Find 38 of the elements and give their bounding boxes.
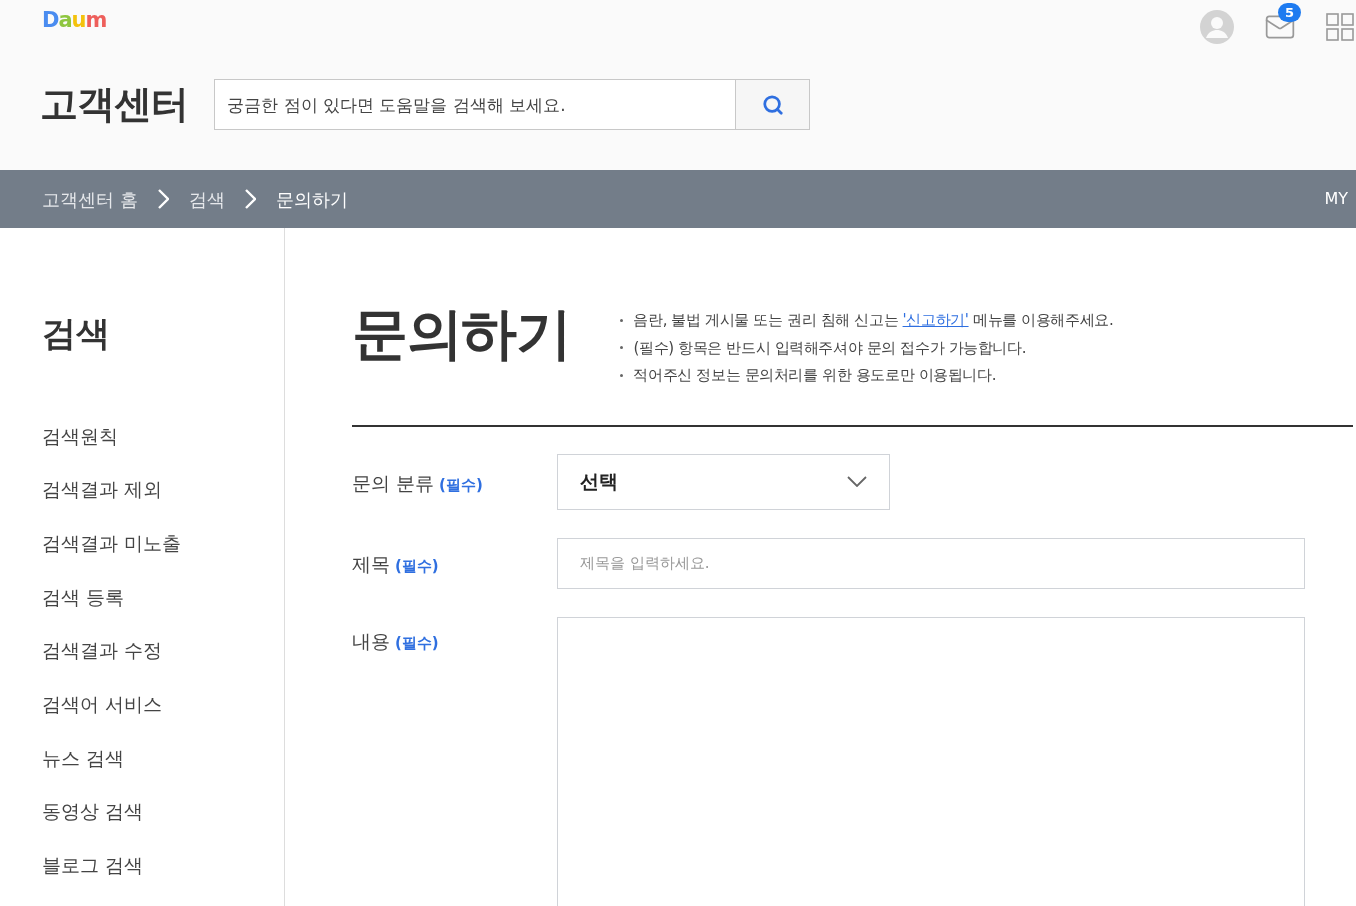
grid-icon[interactable] [1326, 13, 1354, 41]
sidebar-item[interactable]: 뉴스 검색 [42, 731, 284, 785]
sidebar-item[interactable]: 검색 등록 [42, 570, 284, 624]
title-input[interactable]: 제목을 입력하세요. [557, 537, 1305, 589]
bullet-icon [620, 346, 624, 350]
bullet-icon [620, 318, 624, 322]
sidebar-item[interactable]: 검색원칙 [42, 409, 284, 463]
search-field[interactable]: 궁금한 점이 있다면 도움말을 검색해 보세요. [214, 79, 737, 130]
sidebar-item[interactable]: 동영상 검색 [42, 784, 284, 839]
chevron-right-icon [157, 189, 169, 209]
sidebar-item[interactable]: 블로그 검색 [42, 838, 284, 893]
sidebar-item[interactable]: 검색결과 제외 [42, 462, 284, 517]
search-button[interactable] [736, 79, 811, 130]
page-title: 문의하기 [352, 306, 571, 362]
my-link[interactable]: MY [1324, 187, 1348, 211]
notice-text: 적어주신 정보는 문의처리를 위한 용도로만 이용됩니다. [633, 365, 997, 386]
breadcrumb-link[interactable]: 문의하기 [275, 185, 348, 213]
notice-text: (필수) 항목은 반드시 입력해주셔야 문의 접수가 가능합니다. [633, 337, 1027, 359]
required-mark: (필수) [395, 632, 439, 654]
avatar-icon[interactable] [1200, 10, 1234, 44]
category-select[interactable]: 선택 [557, 453, 890, 510]
search-icon [761, 93, 784, 116]
sidebar-item[interactable]: 검색어 서비스 [42, 677, 284, 732]
report-link[interactable]: '신고하기' [902, 311, 969, 329]
sidebar-title: 검색 [42, 312, 111, 355]
field-label: 문의 분류 [352, 470, 435, 496]
required-mark: (필수) [439, 474, 483, 496]
notice-text: 음란, 불법 게시물 또는 권리 침해 신고는 '신고하기' 메뉴를 이용해주세요. [633, 310, 1114, 331]
field-label: 제목 [352, 551, 390, 577]
notification-badge: 5 [1278, 3, 1302, 22]
field-label: 내용 [352, 628, 390, 654]
page-header-title: 고객센터 [40, 81, 189, 128]
sidebar-item[interactable]: 검색결과 수정 [42, 623, 284, 678]
chevron-down-icon [847, 476, 867, 487]
bullet-icon [620, 373, 624, 377]
required-mark: (필수) [395, 555, 439, 577]
sidebar-item[interactable]: 검색결과 미노출 [42, 516, 284, 571]
chevron-right-icon [244, 189, 256, 209]
